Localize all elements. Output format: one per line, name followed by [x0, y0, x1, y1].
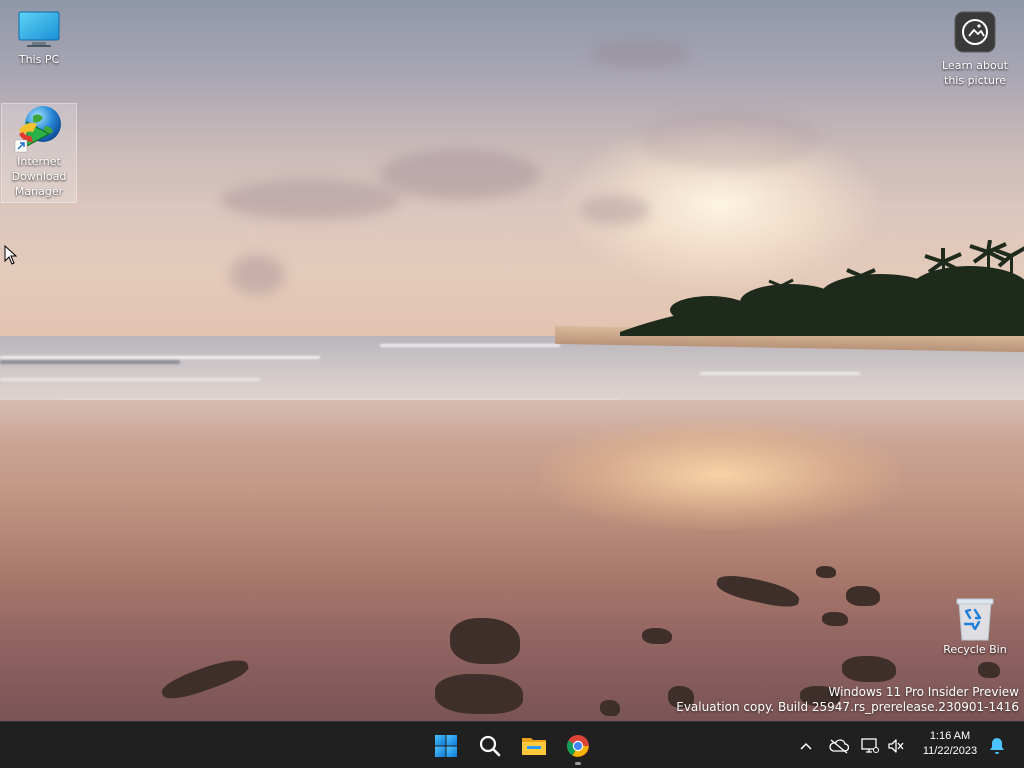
file-explorer-icon — [522, 737, 546, 755]
desktop-icon-label: Recycle Bin — [943, 643, 1007, 656]
watermark-build: Evaluation copy. Build 25947.rs_prerelea… — [676, 700, 1019, 714]
monitor-icon — [18, 11, 60, 47]
palm-trees — [620, 240, 1024, 336]
camera-lens-icon — [954, 11, 996, 53]
show-hidden-icons-button[interactable] — [794, 722, 818, 768]
wallpaper-wave — [700, 372, 860, 375]
wallpaper-rock — [846, 586, 880, 606]
clock-date: 11/22/2023 — [922, 745, 978, 757]
wallpaper-rock — [842, 656, 896, 682]
wallpaper-rock — [978, 662, 1000, 678]
clock-time: 1:16 AM — [929, 730, 971, 742]
wallpaper-reflection — [540, 420, 900, 530]
recycle-bin-desktop-icon[interactable]: Recycle Bin — [937, 594, 1013, 662]
mouse-cursor-icon — [4, 245, 18, 265]
desktop-icon-label: Internet Download Manager — [11, 155, 67, 198]
idm-globe-icon — [14, 106, 61, 153]
wallpaper-rock — [816, 566, 836, 578]
onedrive-tray-button[interactable] — [826, 722, 852, 768]
learn-about-picture-desktop-icon[interactable]: Learn about this picture — [937, 8, 1013, 92]
evaluation-watermark: Windows 11 Pro Insider Preview Evaluatio… — [676, 685, 1019, 715]
taskbar: 1:16 AM 11/22/2023 — [0, 721, 1024, 768]
search-icon — [479, 735, 501, 756]
wallpaper-rock — [642, 628, 672, 644]
running-indicator — [575, 761, 581, 765]
wallpaper-cloud — [230, 255, 285, 295]
wallpaper-rock — [450, 618, 520, 664]
wallpaper-cloud — [580, 195, 650, 225]
chrome-button[interactable] — [556, 726, 600, 766]
wallpaper-cloud — [640, 110, 820, 170]
idm-desktop-icon[interactable]: Internet Download Manager — [1, 103, 77, 203]
desktop-icon-label: Learn about this picture — [942, 59, 1008, 87]
wallpaper-cloud — [220, 180, 400, 220]
network-tray-button[interactable] — [858, 722, 882, 768]
desktop-icon-label: This PC — [18, 53, 60, 66]
network-icon — [861, 737, 879, 753]
search-button[interactable] — [468, 726, 512, 766]
start-button[interactable] — [424, 726, 468, 766]
chrome-icon — [567, 734, 589, 757]
start-icon — [435, 734, 457, 757]
notification-bell-icon — [990, 737, 1004, 754]
watermark-edition: Windows 11 Pro Insider Preview — [828, 685, 1019, 699]
wallpaper-rock — [435, 674, 523, 714]
wallpaper-wave — [0, 356, 320, 359]
file-explorer-button[interactable] — [512, 726, 556, 766]
chevron-up-icon — [800, 742, 812, 750]
taskbar-apps — [424, 722, 600, 768]
onedrive-off-icon — [829, 738, 849, 754]
wallpaper-cloud — [380, 150, 540, 200]
volume-tray-button[interactable] — [884, 722, 908, 768]
desktop-wallpaper[interactable] — [0, 0, 1024, 721]
wallpaper-cloud — [590, 40, 690, 68]
wallpaper-wave — [0, 360, 180, 364]
notifications-button[interactable] — [986, 722, 1008, 768]
wallpaper-wave — [0, 378, 260, 381]
taskbar-clock[interactable]: 1:16 AM 11/22/2023 — [912, 729, 988, 759]
wallpaper-wave — [380, 344, 560, 347]
this-pc-desktop-icon[interactable]: This PC — [1, 8, 77, 78]
recycle-bin-icon — [956, 598, 994, 641]
wallpaper-rock — [822, 612, 848, 626]
volume-mute-icon — [888, 738, 904, 753]
wallpaper-rock — [600, 700, 620, 716]
